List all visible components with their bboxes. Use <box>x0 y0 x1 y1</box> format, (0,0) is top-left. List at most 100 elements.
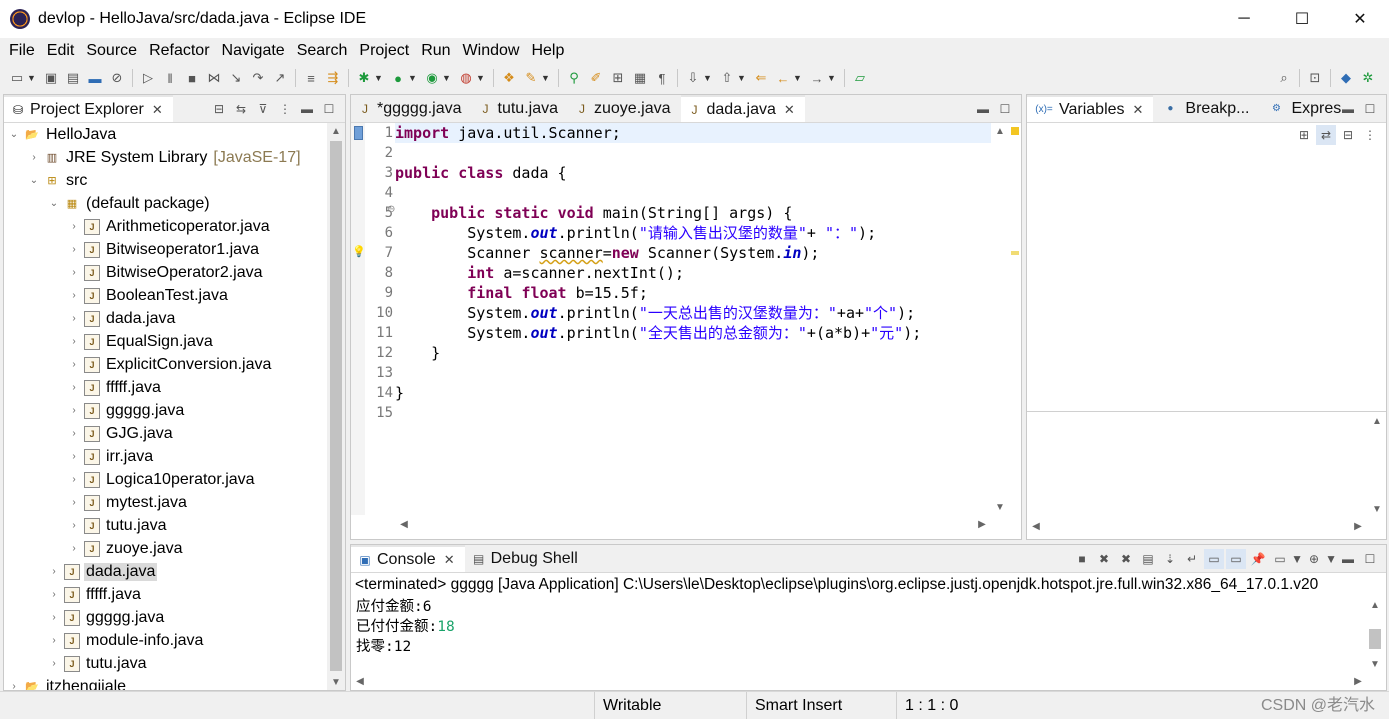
code-line[interactable]: } <box>395 343 440 363</box>
code-line[interactable]: import java.util.Scanner; <box>395 123 991 143</box>
external-tools-icon[interactable]: ◍ <box>457 69 475 87</box>
maximize-view-icon[interactable]: ☐ <box>995 99 1015 119</box>
previous-annotation-icon[interactable]: ⇧ <box>718 69 736 87</box>
scroll-right-icon[interactable]: ▶ <box>1349 673 1367 689</box>
scroll-up-icon[interactable]: ▲ <box>1368 413 1386 429</box>
show-whitespace-icon[interactable]: ¶ <box>653 69 671 87</box>
forward-dropdown-icon[interactable]: ▼ <box>827 69 836 87</box>
code-line[interactable]: System.out.println("一天总出售的汉堡数量为："+a+"个")… <box>395 303 915 323</box>
collapsed-arrow-icon[interactable]: › <box>68 451 80 462</box>
collapsed-arrow-icon[interactable]: › <box>48 658 60 669</box>
collapsed-arrow-icon[interactable]: › <box>48 635 60 646</box>
disconnect-icon[interactable]: ⋈ <box>205 69 223 87</box>
scroll-down-icon[interactable]: ▼ <box>1366 656 1384 672</box>
scroll-down-icon[interactable]: ▼ <box>327 674 345 690</box>
menu-source[interactable]: Source <box>80 42 143 60</box>
new-icon[interactable]: ▭ <box>8 69 26 87</box>
code-line[interactable]: System.out.println("全天售出的总金额为："+(a*b)+"元… <box>395 323 921 343</box>
tab-zuoyejava[interactable]: Jzuoye.java <box>568 95 681 122</box>
show-stdout-icon[interactable]: ▭ <box>1204 549 1224 569</box>
back-icon[interactable]: ← <box>774 69 792 87</box>
collapsed-arrow-icon[interactable]: › <box>68 244 80 255</box>
tree-item[interactable]: › J Arithmeticoperator.java <box>4 215 328 238</box>
scrollbar-thumb[interactable] <box>330 141 342 671</box>
maximize-view-icon[interactable]: ☐ <box>319 99 339 119</box>
expanded-arrow-icon[interactable]: ⌄ <box>28 175 40 186</box>
menu-navigate[interactable]: Navigate <box>216 42 291 60</box>
scrollbar-thumb[interactable] <box>1369 629 1381 649</box>
minimize-view-icon[interactable]: ▬ <box>1338 549 1358 569</box>
console-horizontal-scrollbar[interactable]: ◀ ▶ <box>351 672 1367 690</box>
resume-icon[interactable]: ▷ <box>139 69 157 87</box>
collapsed-arrow-icon[interactable]: › <box>68 520 80 531</box>
collapsed-arrow-icon[interactable]: › <box>8 681 20 690</box>
details-pane-divider[interactable] <box>1027 411 1386 412</box>
menu-run[interactable]: Run <box>415 42 456 60</box>
forward-icon[interactable]: → <box>808 69 826 87</box>
tree-item[interactable]: › J EqualSign.java <box>4 330 328 353</box>
editor-horizontal-scrollbar[interactable]: ◀ ▶ <box>395 515 991 533</box>
close-icon[interactable]: ✕ <box>784 102 795 118</box>
tab-gggggjava[interactable]: J *ggggg.java <box>351 95 472 122</box>
open-console-icon[interactable]: ⊕ <box>1304 549 1324 569</box>
tree-item[interactable]: › Jmodule-info.java <box>4 629 328 652</box>
clear-console-icon[interactable]: ▤ <box>1138 549 1158 569</box>
next-annotation-dropdown-icon[interactable]: ▼ <box>703 69 712 87</box>
menu-help[interactable]: Help <box>525 42 570 60</box>
minimize-view-icon[interactable]: ▬ <box>297 99 317 119</box>
coverage-icon[interactable]: ◉ <box>423 69 441 87</box>
step-into-icon[interactable]: ↘ <box>227 69 245 87</box>
tree-item[interactable]: › Jfffff.java <box>4 583 328 606</box>
block-selection-icon[interactable]: ▦ <box>631 69 649 87</box>
code-line[interactable]: int a=scanner.nextInt(); <box>395 263 684 283</box>
warning-summary-marker[interactable] <box>1011 127 1019 135</box>
tree-item[interactable]: › J BitwiseOperator2.java <box>4 261 328 284</box>
tree-item[interactable]: › Jggggg.java <box>4 399 328 422</box>
collapsed-arrow-icon[interactable]: › <box>68 290 80 301</box>
java-perspective-icon[interactable]: ◆ <box>1337 69 1355 87</box>
pin-console-icon[interactable]: 📌 <box>1248 549 1268 569</box>
scroll-lock-icon[interactable]: ⇣ <box>1160 549 1180 569</box>
open-console-dropdown-icon[interactable]: ▼ <box>1325 549 1337 569</box>
tree-item[interactable]: › Jggggg.java <box>4 606 328 629</box>
word-wrap-icon[interactable]: ↵ <box>1182 549 1202 569</box>
coverage-dropdown-icon[interactable]: ▼ <box>442 69 451 87</box>
save-all-icon[interactable]: ▤ <box>64 69 82 87</box>
skip-breakpoints-icon[interactable]: ⊘ <box>108 69 126 87</box>
code-line[interactable]: public class dada { <box>395 163 567 183</box>
scroll-left-icon[interactable]: ◀ <box>395 516 413 532</box>
run-icon[interactable]: ● <box>389 69 407 87</box>
back-dropdown-icon[interactable]: ▼ <box>793 69 802 87</box>
terminal-icon[interactable]: ▬ <box>86 69 104 87</box>
tree-item[interactable]: › Jfffff.java <box>4 376 328 399</box>
save-icon[interactable]: ▣ <box>42 69 60 87</box>
tab-debugshell[interactable]: ▤ Debug Shell <box>465 545 588 572</box>
tree-item[interactable]: ⌄ ⊞ src <box>4 169 328 192</box>
collapsed-arrow-icon[interactable]: › <box>68 474 80 485</box>
code-line[interactable]: public static void main(String[] args) { <box>395 203 792 223</box>
display-console-dropdown-icon[interactable]: ▼ <box>1291 549 1303 569</box>
search-icon[interactable]: ⌕ <box>1275 69 1293 87</box>
tree-item[interactable]: › J ExplicitConversion.java <box>4 353 328 376</box>
collapsed-arrow-icon[interactable]: › <box>68 359 80 370</box>
tab-breakp[interactable]: ● Breakp... <box>1153 95 1259 122</box>
code-line[interactable]: System.out.println("请输入售出汉堡的数量"+ "："); <box>395 223 876 243</box>
view-menu-icon[interactable]: ⋮ <box>1360 125 1380 145</box>
minimize-view-icon[interactable]: ▬ <box>973 99 993 119</box>
tree-item[interactable]: › Jtutu.java <box>4 652 328 675</box>
tree-item[interactable]: › J Bitwiseoperator1.java <box>4 238 328 261</box>
tree-item[interactable]: › J BooleanTest.java <box>4 284 328 307</box>
tree-item[interactable]: › J Logica10perator.java <box>4 468 328 491</box>
details-scrollbar[interactable]: ▲ ▼ <box>1368 413 1386 517</box>
next-annotation-icon[interactable]: ⇩ <box>684 69 702 87</box>
scroll-right-icon[interactable]: ▶ <box>973 516 991 532</box>
collapsed-arrow-icon[interactable]: › <box>68 382 80 393</box>
scroll-up-icon[interactable]: ▲ <box>1366 597 1384 613</box>
filter-icon[interactable]: ⊽ <box>253 99 273 119</box>
tree-item[interactable]: › Jmytest.java <box>4 491 328 514</box>
maximize-view-icon[interactable]: ☐ <box>1360 549 1380 569</box>
remove-launch-icon[interactable]: ✖ <box>1094 549 1114 569</box>
scroll-right-icon[interactable]: ▶ <box>1349 518 1367 534</box>
tree-item[interactable]: › Jirr.java <box>4 445 328 468</box>
collapsed-arrow-icon[interactable]: › <box>68 543 80 554</box>
